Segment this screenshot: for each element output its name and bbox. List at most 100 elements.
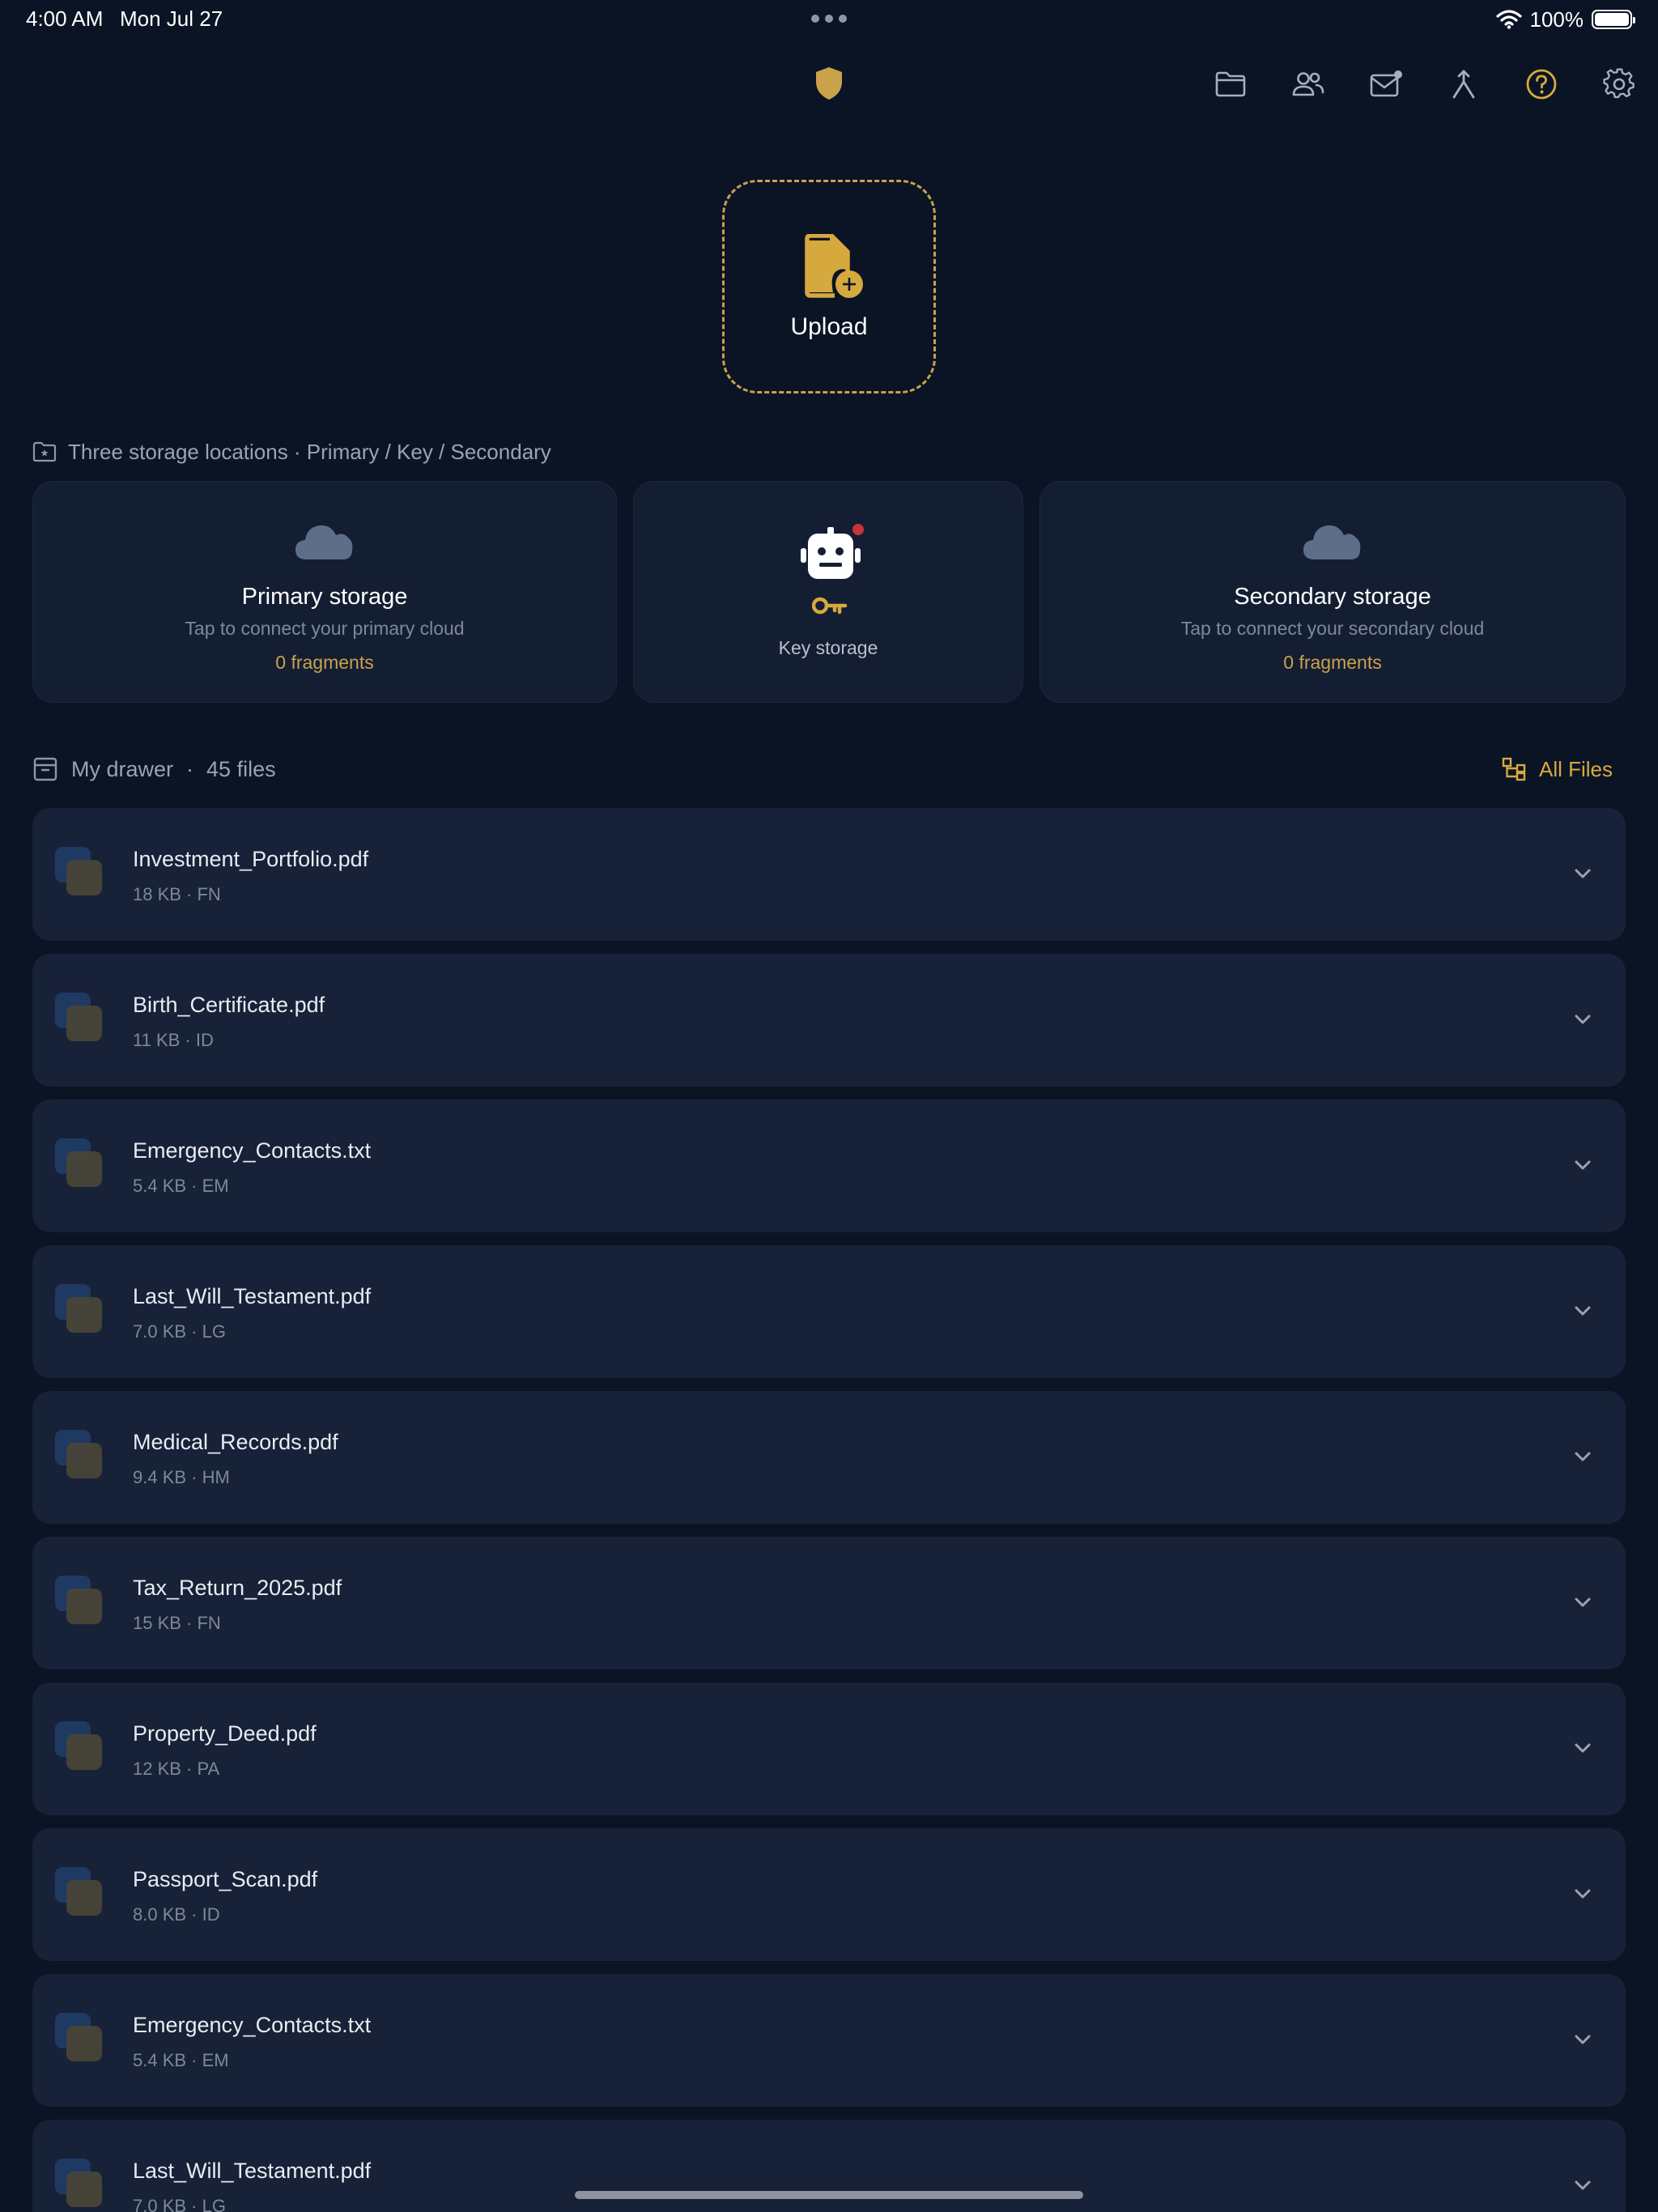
file-name: Last_Will_Testament.pdf (133, 2159, 372, 2183)
help-button[interactable] (1524, 66, 1559, 102)
upload-button[interactable]: Upload (722, 180, 936, 393)
merge-icon (1452, 70, 1475, 99)
file-name: Emergency_Contacts.txt (133, 2013, 372, 2037)
file-name: Last_Will_Testament.pdf (133, 1284, 372, 1308)
storage-heading: Three storage locations · Primary / Key … (32, 439, 551, 465)
hierarchy-icon (1502, 757, 1526, 781)
file-row[interactable]: Medical_Records.pdf 9.4 KB · HM (32, 1391, 1626, 1524)
help-icon (1526, 69, 1557, 100)
file-row[interactable]: Last_Will_Testament.pdf 7.0 KB · LG (32, 1245, 1626, 1378)
status-right: 100% (1495, 6, 1635, 32)
file-row[interactable]: Emergency_Contacts.txt 5.4 KB · EM (32, 1100, 1626, 1232)
file-name: Tax_Return_2025.pdf (133, 1576, 342, 1600)
primary-storage-title: Primary storage (241, 584, 408, 610)
file-name: Emergency_Contacts.txt (133, 1138, 372, 1163)
chevron-down-icon[interactable] (1571, 1444, 1595, 1469)
file-name: Investment_Portfolio.pdf (133, 847, 369, 871)
users-icon (1292, 72, 1324, 96)
drawer-file-count: 45 files (206, 756, 276, 781)
file-row[interactable]: Passport_Scan.pdf 8.0 KB · ID (32, 1828, 1626, 1961)
file-row[interactable]: Emergency_Contacts.txt 5.4 KB · EM (32, 1974, 1626, 2107)
status-time: 4:00 AM (26, 6, 104, 31)
merge-button[interactable] (1446, 66, 1482, 102)
status-bar: 4:00 AM Mon Jul 27 100% (0, 0, 1658, 39)
key-storage-card[interactable]: Key storage (633, 481, 1023, 703)
storage-heading-text: Three storage locations · Primary / Key … (68, 439, 551, 464)
all-files-button[interactable]: All Files (1502, 755, 1613, 784)
chevron-down-icon[interactable] (1571, 861, 1595, 886)
file-thumbnail-icon (55, 2013, 105, 2063)
secondary-storage-fragments: 0 fragments (1283, 652, 1382, 673)
file-meta: 7.0 KB · LG (133, 2196, 226, 2212)
settings-button[interactable] (1601, 66, 1637, 102)
all-files-label: All Files (1538, 756, 1613, 781)
file-meta: 9.4 KB · HM (133, 1467, 230, 1487)
file-row[interactable]: Tax_Return_2025.pdf 15 KB · FN (32, 1537, 1626, 1670)
file-name: Medical_Records.pdf (133, 1430, 338, 1454)
chevron-down-icon[interactable] (1571, 1299, 1595, 1323)
contacts-button[interactable] (1290, 66, 1326, 102)
primary-storage-card[interactable]: Primary storage Tap to connect your prim… (32, 481, 617, 703)
file-thumbnail-icon (55, 1721, 105, 1772)
folder-star-icon (32, 441, 57, 462)
robot-icon (801, 527, 861, 579)
secondary-storage-title: Secondary storage (1234, 584, 1431, 610)
file-thumbnail-icon (55, 993, 105, 1043)
folder-icon (1215, 71, 1246, 97)
key-storage-label: Key storage (778, 637, 878, 658)
primary-storage-subtitle: Tap to connect your primary cloud (185, 618, 465, 639)
file-thumbnail-icon (55, 1867, 105, 1917)
file-meta: 11 KB · ID (133, 1030, 214, 1050)
file-name: Birth_Certificate.pdf (133, 993, 325, 1017)
chevron-down-icon[interactable] (1571, 1882, 1595, 1906)
secondary-storage-card[interactable]: Secondary storage Tap to connect your se… (1039, 481, 1626, 703)
multitasking-dots-icon[interactable] (811, 15, 847, 23)
chevron-down-icon[interactable] (1571, 1007, 1595, 1032)
file-meta: 18 KB · FN (133, 884, 221, 904)
home-indicator[interactable] (575, 2191, 1083, 2199)
alert-dot (852, 524, 864, 535)
file-plus-icon (805, 234, 863, 298)
file-thumbnail-icon (55, 1138, 105, 1189)
file-name: Property_Deed.pdf (133, 1721, 317, 1746)
file-row[interactable]: Birth_Certificate.pdf 11 KB · ID (32, 954, 1626, 1087)
battery-icon (1592, 10, 1635, 29)
file-row[interactable]: Investment_Portfolio.pdf 18 KB · FN (32, 808, 1626, 941)
folder-button[interactable] (1213, 66, 1248, 102)
key-icon (812, 597, 848, 615)
drawer-separator: · (186, 756, 194, 781)
wifi-icon (1495, 10, 1522, 29)
cloud-icon (295, 525, 353, 559)
drawer-heading: My drawer · 45 files (32, 755, 276, 784)
chevron-down-icon[interactable] (1571, 2027, 1595, 2052)
file-list: Investment_Portfolio.pdf 18 KB · FN Birth_… (32, 808, 1626, 2212)
status-date: Mon Jul 27 (120, 6, 223, 31)
battery-percent: 100% (1529, 6, 1584, 32)
file-meta: 5.4 KB · EM (133, 2050, 229, 2070)
file-name: Passport_Scan.pdf (133, 1867, 318, 1891)
file-meta: 15 KB · FN (133, 1613, 221, 1633)
drawer-title: My drawer (71, 756, 174, 781)
file-meta: 12 KB · PA (133, 1759, 220, 1779)
archive-icon (33, 757, 57, 781)
app-screen: 4:00 AM Mon Jul 27 100% Upload Three sto… (0, 0, 1658, 2212)
file-row[interactable]: Property_Deed.pdf 12 KB · PA (32, 1682, 1626, 1815)
header-nav (0, 66, 1658, 102)
file-thumbnail-icon (55, 1284, 105, 1334)
file-thumbnail-icon (55, 2159, 105, 2209)
upload-label: Upload (790, 313, 868, 340)
chevron-down-icon[interactable] (1571, 1736, 1595, 1760)
inbox-button[interactable] (1368, 66, 1404, 102)
secondary-storage-subtitle: Tap to connect your secondary cloud (1180, 618, 1485, 639)
file-thumbnail-icon (55, 1576, 105, 1626)
file-thumbnail-icon (55, 1430, 105, 1480)
file-meta: 7.0 KB · LG (133, 1321, 226, 1342)
cloud-icon (1303, 525, 1361, 559)
file-meta: 5.4 KB · EM (133, 1176, 229, 1196)
mail-icon (1370, 70, 1402, 97)
file-thumbnail-icon (55, 847, 105, 897)
chevron-down-icon[interactable] (1571, 2173, 1595, 2197)
chevron-down-icon[interactable] (1571, 1153, 1595, 1177)
primary-storage-fragments: 0 fragments (275, 652, 374, 673)
chevron-down-icon[interactable] (1571, 1590, 1595, 1614)
